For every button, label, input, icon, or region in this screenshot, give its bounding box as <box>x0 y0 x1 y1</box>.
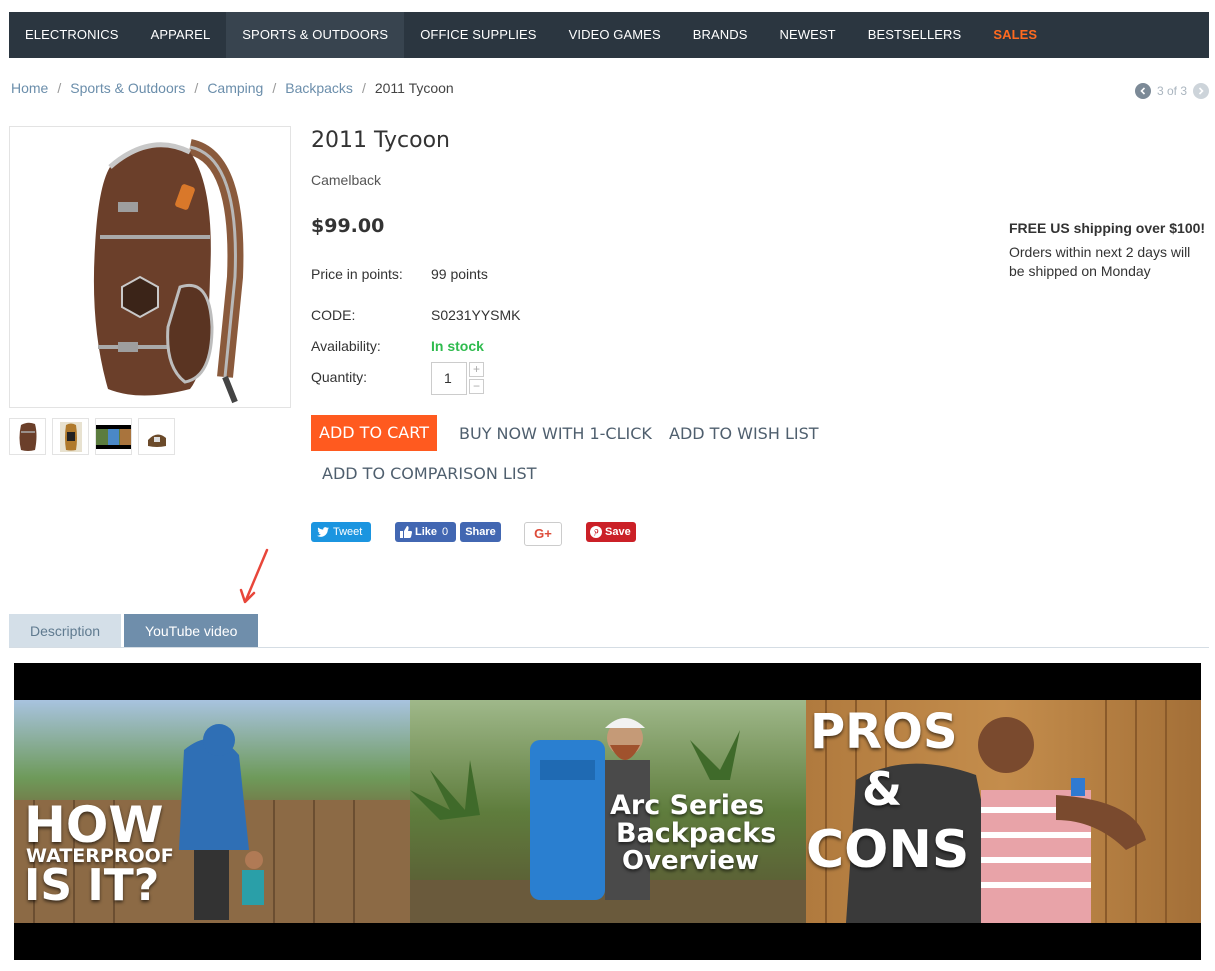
video-caption: Arc Series <box>610 790 765 821</box>
quantity-decrease-button[interactable]: − <box>469 379 484 394</box>
points-label: Price in points: <box>311 266 403 282</box>
video-caption: Backpacks <box>616 818 777 849</box>
product-pager: 3 of 3 <box>1134 83 1209 99</box>
breadcrumb-camping[interactable]: Camping <box>207 80 263 96</box>
code-label: CODE: <box>311 307 356 323</box>
chevron-right-icon <box>1198 87 1204 95</box>
thumbnail-video[interactable] <box>95 418 132 455</box>
google-plus-button[interactable]: G+ <box>524 522 562 546</box>
tweet-label: Tweet <box>333 526 363 538</box>
facebook-share-button[interactable]: Share <box>460 522 501 542</box>
product-price: $99.00 <box>311 215 385 237</box>
nav-item-apparel[interactable]: APPAREL <box>135 12 227 58</box>
breadcrumb-separator: / <box>361 80 366 96</box>
breadcrumb-current: 2011 Tycoon <box>374 80 454 96</box>
breadcrumb-backpacks[interactable]: Backpacks <box>285 80 353 96</box>
breadcrumb-separator: / <box>57 80 62 96</box>
thumbs-up-icon <box>400 526 412 538</box>
like-count: 0 <box>442 526 449 538</box>
pager-count: 3 of 3 <box>1156 84 1187 98</box>
shipping-note: Orders within next 2 days will be shippe… <box>1009 244 1191 279</box>
video-caption: & <box>862 762 903 816</box>
backpack-thumbnail-icon <box>147 434 166 447</box>
main-navigation: ELECTRONICS APPAREL SPORTS & OUTDOORS OF… <box>9 12 1209 58</box>
video-caption: Overview <box>622 846 760 876</box>
backpack-thumbnail-icon <box>59 422 82 452</box>
product-thumbnails <box>9 418 175 455</box>
shipping-info: FREE US shipping over $100! Orders withi… <box>1009 219 1209 281</box>
video-frame-waterproof: HOW WATERPROOF IS IT? <box>14 700 410 923</box>
chevron-left-icon <box>1140 87 1146 95</box>
video-caption: PROS <box>810 704 958 760</box>
thumbnail-image[interactable] <box>52 418 89 455</box>
youtube-video-player[interactable]: HOW WATERPROOF IS IT? Arc Series Backpac… <box>14 663 1201 960</box>
pinterest-save-button[interactable]: Save <box>586 522 636 542</box>
twitter-bird-icon <box>317 527 329 537</box>
like-label: Like <box>415 526 438 538</box>
breadcrumb-sports-outdoors[interactable]: Sports & Outdoors <box>70 80 185 96</box>
video-frame-arc-series: Arc Series Backpacks Overview <box>410 700 806 923</box>
previous-product-button[interactable] <box>1134 83 1151 99</box>
quantity-increase-button[interactable]: + <box>469 362 484 377</box>
product-title: 2011 Tycoon <box>311 128 450 153</box>
tab-youtube-video[interactable]: YouTube video <box>124 614 259 647</box>
breadcrumb-separator: / <box>194 80 199 96</box>
annotation-arrow-icon <box>239 548 269 604</box>
nav-item-office-supplies[interactable]: OFFICE SUPPLIES <box>404 12 552 58</box>
video-caption: CONS <box>806 820 970 880</box>
add-to-cart-button[interactable]: ADD TO CART <box>311 415 437 451</box>
save-label: Save <box>605 526 631 538</box>
video-caption: HOW <box>24 796 164 854</box>
shipping-headline: FREE US shipping over $100! <box>1009 220 1206 236</box>
breadcrumb-separator: / <box>272 80 277 96</box>
facebook-like-button[interactable]: Like 0 <box>395 522 456 542</box>
video-thumbnail-icon <box>96 424 131 449</box>
product-main-image[interactable] <box>9 126 291 408</box>
breadcrumb-home[interactable]: Home <box>11 80 48 96</box>
add-to-wish-list-button[interactable]: ADD TO WISH LIST <box>669 424 819 443</box>
next-product-button[interactable] <box>1193 83 1209 99</box>
nav-item-electronics[interactable]: ELECTRONICS <box>9 12 135 58</box>
tab-description[interactable]: Description <box>9 614 122 647</box>
nav-item-sales[interactable]: SALES <box>977 12 1053 58</box>
product-tabs: Description YouTube video <box>9 614 1209 648</box>
nav-item-bestsellers[interactable]: BESTSELLERS <box>852 12 978 58</box>
add-to-comparison-list-button[interactable]: ADD TO COMPARISON LIST <box>322 464 536 483</box>
product-brand[interactable]: Camelback <box>311 172 381 188</box>
breadcrumb: Home / Sports & Outdoors / Camping / Bac… <box>11 80 454 96</box>
backpack-image <box>93 139 244 404</box>
points-value: 99 points <box>431 266 488 282</box>
nav-item-video-games[interactable]: VIDEO GAMES <box>553 12 677 58</box>
thumbnail-image[interactable] <box>138 418 175 455</box>
nav-item-newest[interactable]: NEWEST <box>764 12 852 58</box>
backpack-thumbnail-icon <box>19 422 36 451</box>
thumbnail-image[interactable] <box>9 418 46 455</box>
tweet-button[interactable]: Tweet <box>311 522 371 542</box>
buy-now-one-click-button[interactable]: BUY NOW WITH 1-CLICK <box>459 424 652 443</box>
nav-item-sports-outdoors[interactable]: SPORTS & OUTDOORS <box>226 12 405 58</box>
video-caption: IS IT? <box>24 860 160 911</box>
quantity-input[interactable]: 1 <box>431 362 467 395</box>
video-frame-pros-cons: PROS & CONS <box>806 700 1201 923</box>
availability-value: In stock <box>431 338 484 354</box>
nav-item-brands[interactable]: BRANDS <box>677 12 764 58</box>
code-value: S0231YYSMK <box>431 307 521 323</box>
pinterest-icon <box>590 526 602 538</box>
quantity-label: Quantity: <box>311 369 368 385</box>
availability-label: Availability: <box>311 338 381 354</box>
